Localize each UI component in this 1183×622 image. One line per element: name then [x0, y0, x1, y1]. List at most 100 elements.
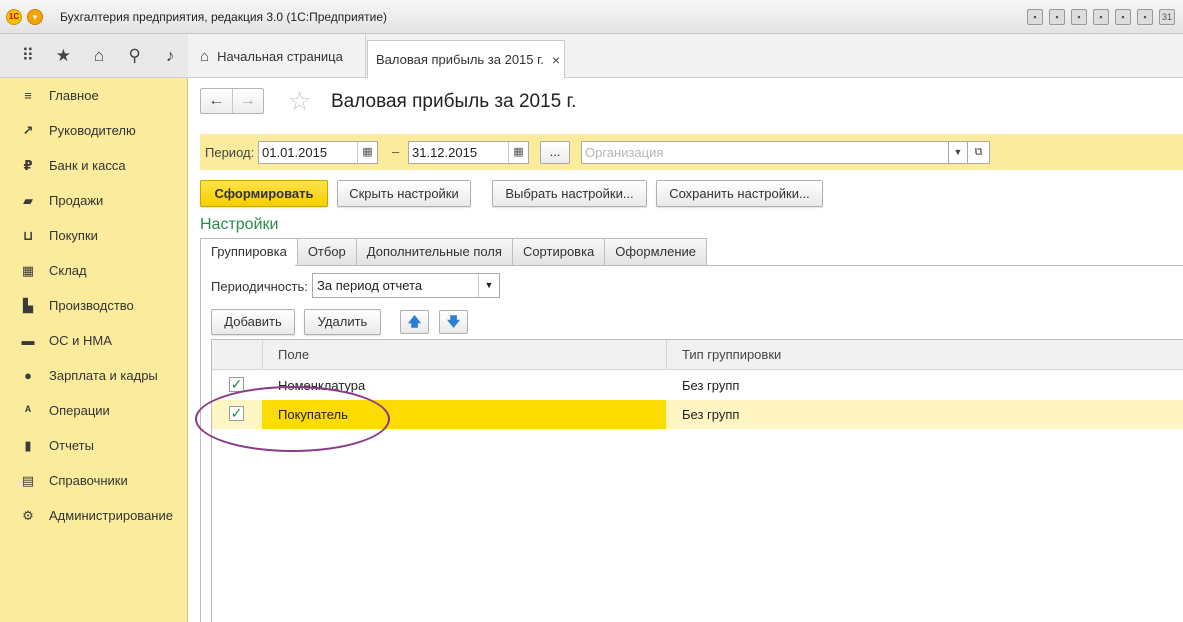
generate-button[interactable]: Сформировать [200, 180, 328, 207]
sidebar-item-reports[interactable]: ▮ Отчеты [0, 428, 188, 463]
menu-icon: ≡ [24, 88, 32, 103]
delete-button[interactable]: Удалить [304, 309, 381, 335]
row-checkbox[interactable]: ✓ [229, 377, 244, 392]
sidebar-item-label: Отчеты [49, 438, 94, 453]
row-checkbox[interactable]: ✓ [229, 406, 244, 421]
history-icon[interactable]: ⌂ [81, 46, 117, 66]
sidebar-item-fixed-assets[interactable]: ▬ ОС и НМА [0, 323, 188, 358]
compare-icon[interactable]: ▪ [1115, 9, 1131, 25]
home-icon: ⌂ [200, 47, 210, 65]
sidebar-item-operations[interactable]: ᴬ Операции [0, 393, 188, 428]
period-to-value: 31.12.2015 [412, 145, 478, 160]
tab-sorting[interactable]: Сортировка [512, 238, 606, 266]
sidebar-item-label: Справочники [49, 473, 128, 488]
table-header: Поле Тип группировки [212, 340, 1183, 370]
periodicity-label: Периодичность: [211, 279, 308, 294]
move-down-icon[interactable]: 🡇 [439, 310, 468, 334]
forward-arrow-icon[interactable]: → [233, 89, 264, 113]
tab-divider [295, 265, 1183, 266]
calendar-icon[interactable]: ▦ [508, 142, 528, 163]
period-bar: Период: 01.01.2015 ▦ – 31.12.2015 ▦ ... … [200, 134, 1183, 170]
organization-field[interactable]: Организация [581, 141, 949, 164]
sidebar-item-catalogs[interactable]: ▤ Справочники [0, 463, 188, 498]
print-icon[interactable]: ▪ [1049, 9, 1065, 25]
apps-grid-icon[interactable]: ⠿ [10, 46, 46, 66]
tab-extra-fields[interactable]: Дополнительные поля [356, 238, 513, 266]
tab-grouping[interactable]: Группировка [200, 238, 298, 266]
sidebar-item-warehouse[interactable]: ▦ Склад [0, 253, 188, 288]
sidebar-item-admin[interactable]: ⚙ Администрирование [0, 498, 188, 533]
preview-icon[interactable]: ▪ [1071, 9, 1087, 25]
star-icon[interactable]: ★ [46, 46, 82, 66]
sidebar-item-label: Банк и касса [49, 158, 126, 173]
operations-icon: ᴬ [24, 403, 32, 418]
calculator-icon[interactable]: ▪ [1137, 9, 1153, 25]
window-title: Бухгалтерия предприятия, редакция 3.0 (1… [60, 10, 388, 24]
row-field: Покупатель [262, 400, 666, 429]
column-separator [666, 340, 667, 370]
window-titlebar: 1С ▾ Бухгалтерия предприятия, редакция 3… [0, 0, 1183, 34]
periodicity-select[interactable]: За период отчета ▼ [312, 273, 500, 298]
truck-icon: ▬ [21, 333, 35, 348]
tab-filter[interactable]: Отбор [297, 238, 357, 266]
move-up-icon[interactable]: 🡅 [400, 310, 429, 334]
bag-icon: ▰ [23, 192, 33, 208]
periodicity-value: За период отчета [317, 278, 423, 293]
bell-icon[interactable]: ♪ [152, 46, 188, 66]
tab-active-label: Валовая прибыль за 2015 г. [376, 52, 544, 67]
sidebar-item-bank[interactable]: ₽ Банк и касса [0, 148, 188, 183]
period-select-button[interactable]: ... [540, 141, 570, 164]
column-field-header[interactable]: Поле [278, 347, 309, 362]
choose-settings-button[interactable]: Выбрать настройки... [492, 180, 647, 207]
cart-icon: ⊔ [22, 227, 34, 243]
sidebar-item-label: Главное [49, 88, 99, 103]
sidebar-item-label: Руководителю [49, 123, 136, 138]
settings-tabs: Группировка Отбор Дополнительные поля Со… [200, 238, 707, 266]
save-settings-button[interactable]: Сохранить настройки... [656, 180, 823, 207]
app-logo-icon: 1С [6, 9, 22, 25]
sidebar-item-label: Склад [49, 263, 87, 278]
period-label: Период: [205, 145, 255, 160]
table-row-selected[interactable]: ✓ Покупатель Без групп [212, 400, 1183, 429]
add-button[interactable]: Добавить [211, 309, 295, 335]
calendar-icon[interactable]: ▦ [357, 142, 377, 163]
tab-appearance[interactable]: Оформление [605, 238, 707, 266]
column-type-header[interactable]: Тип группировки [682, 347, 781, 362]
sidebar-item-label: Производство [49, 298, 134, 313]
sidebar-item-payroll[interactable]: ● Зарплата и кадры [0, 358, 188, 393]
chevron-down-icon[interactable]: ▼ [949, 141, 968, 164]
favorite-star-icon[interactable]: ☆ [288, 86, 311, 117]
upload-icon[interactable]: ▪ [1093, 9, 1109, 25]
chevron-down-icon[interactable]: ▼ [478, 274, 499, 297]
history-nav: ← → [200, 88, 264, 114]
hide-settings-button[interactable]: Скрыть настройки [337, 180, 471, 207]
table-row[interactable]: ✓ Номенклатура Без групп [212, 371, 1183, 400]
tab-panel-border [200, 265, 201, 622]
sidebar-item-sales[interactable]: ▰ Продажи [0, 183, 188, 218]
tab-home[interactable]: ⌂ Начальная страница [188, 34, 366, 78]
ruble-icon: ₽ [23, 157, 33, 173]
calendar-icon[interactable]: 31 [1159, 9, 1175, 25]
period-to-field[interactable]: 31.12.2015 ▦ [408, 141, 529, 164]
sidebar-item-main[interactable]: ≡ Главное [0, 78, 188, 113]
row-field: Номенклатура [278, 378, 366, 393]
period-from-value: 01.01.2015 [262, 145, 328, 160]
main-menu-icon[interactable]: ▾ [27, 9, 43, 25]
search-icon[interactable]: ⚲ [117, 46, 153, 66]
back-arrow-icon[interactable]: ← [201, 89, 233, 113]
sidebar-item-director[interactable]: ↗ Руководителю [0, 113, 188, 148]
sidebar-item-label: Администрирование [49, 508, 173, 523]
warehouse-icon: ▦ [21, 262, 35, 278]
chart-icon: ▮ [24, 437, 32, 453]
tab-gross-profit[interactable]: Валовая прибыль за 2015 г. × [367, 40, 565, 79]
sidebar-item-label: Продажи [49, 193, 104, 208]
titlebar-icons: ▪ ▪ ▪ ▪ ▪ ▪ 31 [1027, 9, 1175, 25]
sidebar-item-purchases[interactable]: ⊔ Покупки [0, 218, 188, 253]
close-icon[interactable]: × [552, 52, 560, 68]
column-separator [262, 340, 263, 370]
sidebar-item-production[interactable]: ▙ Производство [0, 288, 188, 323]
save-icon[interactable]: ▪ [1027, 9, 1043, 25]
period-from-field[interactable]: 01.01.2015 ▦ [258, 141, 378, 164]
settings-heading: Настройки [200, 216, 279, 233]
open-icon[interactable]: ⧉ [968, 141, 990, 164]
